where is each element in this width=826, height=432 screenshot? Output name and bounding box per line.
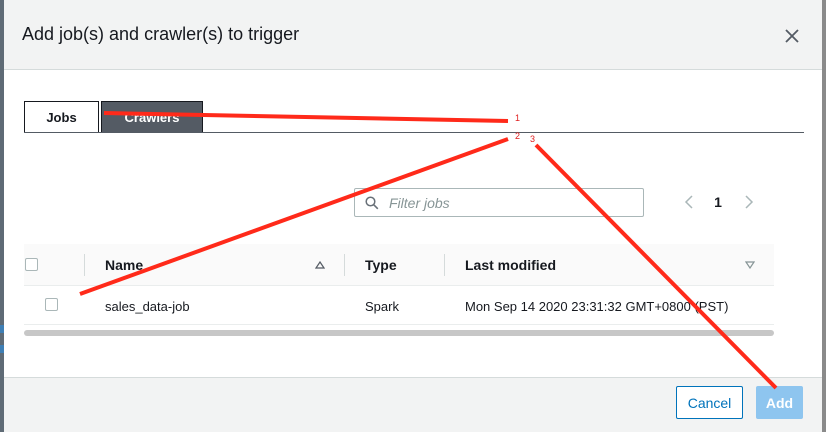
job-last-modified-cell: Mon Sep 14 2020 23:31:32 GMT+0800 (PST) — [465, 299, 729, 314]
column-header-last-modified[interactable]: Last modified — [465, 257, 556, 273]
add-button[interactable]: Add — [756, 386, 803, 419]
job-type-cell: Spark — [365, 299, 399, 314]
previous-page-button[interactable] — [684, 194, 694, 215]
select-all-checkbox[interactable] — [25, 258, 38, 271]
close-button[interactable] — [780, 24, 804, 48]
horizontal-scrollbar[interactable] — [24, 330, 774, 336]
filter-jobs-input[interactable] — [387, 193, 631, 212]
dialog-header: Add job(s) and crawler(s) to trigger — [4, 0, 822, 70]
column-header-name[interactable]: Name — [105, 257, 143, 273]
sort-ascending-icon[interactable] — [315, 261, 325, 269]
chevron-right-icon — [745, 195, 754, 209]
current-page-number[interactable]: 1 — [710, 194, 726, 210]
search-icon — [365, 195, 379, 209]
filter-jobs-field[interactable] — [354, 188, 644, 217]
column-separator — [344, 254, 345, 276]
row-checkbox[interactable] — [45, 298, 58, 311]
chevron-left-icon — [684, 195, 693, 209]
next-page-button[interactable] — [744, 194, 754, 215]
column-separator — [444, 254, 445, 276]
cancel-button[interactable]: Cancel — [676, 386, 743, 419]
tab-divider — [24, 132, 804, 133]
dialog-title: Add job(s) and crawler(s) to trigger — [22, 24, 300, 44]
close-icon — [785, 29, 799, 43]
table-header: Name Type Last modified — [24, 244, 774, 286]
tab-jobs[interactable]: Jobs — [24, 101, 99, 133]
job-name-cell: sales_data-job — [105, 299, 190, 314]
trigger-dialog: Add job(s) and crawler(s) to trigger Job… — [4, 0, 822, 432]
sort-descending-icon[interactable] — [745, 261, 755, 269]
column-header-type[interactable]: Type — [365, 257, 397, 273]
tab-crawlers[interactable]: Crawlers — [101, 101, 203, 133]
table-row[interactable]: sales_data-job Spark Mon Sep 14 2020 23:… — [24, 287, 774, 325]
column-separator — [84, 254, 85, 276]
